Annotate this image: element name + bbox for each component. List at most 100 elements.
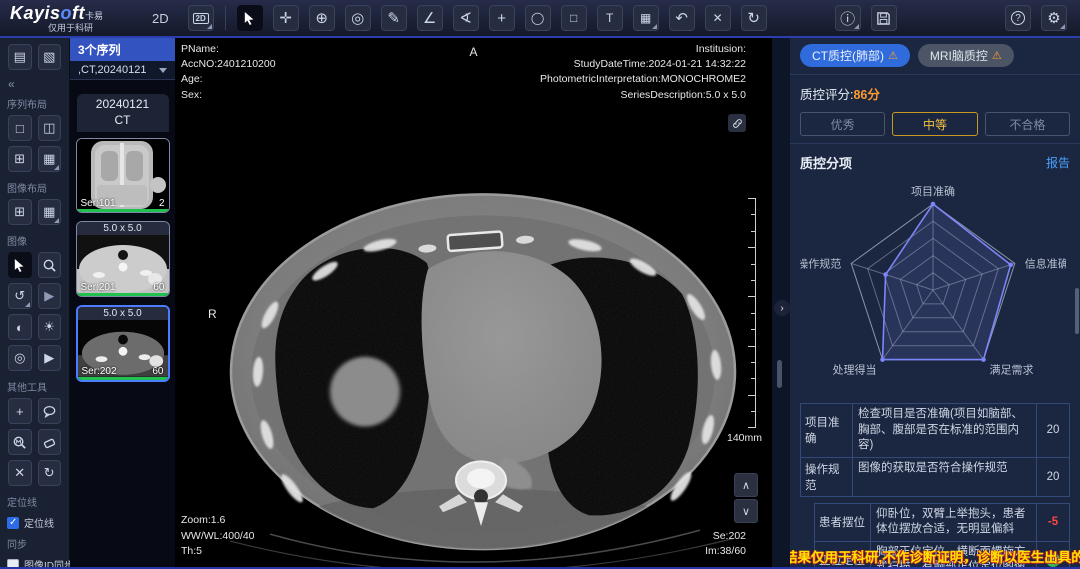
expand-panel-handle[interactable]: ›: [774, 300, 790, 316]
rotate-flip-button[interactable]: ↺: [8, 283, 32, 309]
probe-tool-button[interactable]: ◎: [345, 5, 371, 31]
qc-score-value: 86分: [853, 88, 879, 102]
section-locator: 定位线: [0, 491, 69, 513]
strip-scrollbar-thumb[interactable]: [777, 360, 782, 388]
rect-roi-button[interactable]: □: [561, 5, 587, 31]
main-image-viewport[interactable]: PName: AccNO:2401210200 Age: Sex: A R In…: [175, 38, 772, 567]
series-no-label: Se:202: [705, 529, 746, 544]
tab-ct-qc[interactable]: CT质控(肺部) ⚠: [800, 44, 910, 67]
window-preset-button[interactable]: ◎: [8, 345, 32, 371]
row-desc: 检查项目是否准确(项目如脑部、胸部、腹部是否在标准的范围内容): [853, 404, 1037, 457]
toolbar-separator: [225, 6, 226, 30]
sync-option-row[interactable]: 图像ID同步: [0, 555, 69, 569]
angle-measure-button[interactable]: ∠: [417, 5, 443, 31]
image-pointer-button[interactable]: [8, 252, 32, 278]
series-thumbnail-202-selected[interactable]: 5.0 x 5.0 Ser:20260: [76, 305, 170, 382]
svg-text:操作规范: 操作规范: [800, 256, 841, 270]
crosshair-tool-button[interactable]: +: [489, 5, 515, 31]
study-select[interactable]: ,CT,20240121: [70, 61, 175, 80]
info-button[interactable]: ⓘ: [835, 5, 861, 31]
grade-buttons: 优秀 中等 不合格: [800, 112, 1070, 136]
brightness-button[interactable]: ☀: [38, 314, 62, 340]
thumb-count: 60: [152, 366, 163, 377]
section-image: 图像: [0, 230, 69, 252]
grade-fail-button[interactable]: 不合格: [985, 112, 1070, 136]
pan-tool-button[interactable]: ✛: [273, 5, 299, 31]
orientation-marker-right: R: [208, 306, 217, 323]
series-description-label: SeriesDescription:5.0 x 5.0: [540, 88, 746, 103]
text-annotation-button[interactable]: T: [597, 5, 623, 31]
invert-button[interactable]: ◐: [8, 314, 32, 340]
add-marker-button[interactable]: +: [8, 398, 32, 424]
undo-button[interactable]: ↶: [669, 5, 695, 31]
study-date: 20240121: [77, 97, 169, 113]
row-score: 20: [1037, 404, 1069, 457]
delete-annotation-button[interactable]: ✕: [705, 5, 731, 31]
img-layout-3x3-button[interactable]: ▦: [38, 199, 62, 225]
tab-mri-qc[interactable]: MRI脑质控 ⚠: [918, 44, 1014, 67]
disclaimer-marquee: 结果仅用于科研,不作诊断证明，诊断以医生出具的诊断: [790, 546, 1080, 566]
grade-excellent-button[interactable]: 优秀: [800, 112, 885, 136]
grade-medium-button[interactable]: 中等: [892, 112, 977, 136]
locator-checkbox-label: 定位线: [24, 515, 54, 530]
study-select-value: ,CT,20240121: [78, 64, 147, 76]
image-id-sync-checkbox[interactable]: [7, 559, 19, 569]
layout-3x3-button[interactable]: ▦: [38, 146, 62, 172]
series-thumbnail-201[interactable]: 5.0 x 5.0 Ser:20160: [76, 221, 170, 297]
svg-text:满足需求: 满足需求: [990, 364, 1034, 377]
thumb-ser-label: Ser:201: [81, 282, 116, 293]
speech-bubble-icon: [42, 404, 57, 419]
layout-2d-button[interactable]: 2D: [188, 5, 214, 31]
table-row: 患者摆位 仰卧位，双臂上举抱头，患者体位摆放合适，无明显偏斜 -5: [815, 504, 1069, 542]
magnify-button[interactable]: [38, 252, 62, 278]
section-series-layout: 序列布局: [0, 93, 69, 115]
locator-checkbox[interactable]: [7, 517, 19, 529]
save-button[interactable]: [871, 5, 897, 31]
panel-divider-strip: ›: [772, 38, 790, 567]
img-layout-2x2-button[interactable]: ⊞: [8, 199, 32, 225]
zoom-in-icon: ⊕: [315, 9, 328, 27]
length-measure-button[interactable]: ✎: [381, 5, 407, 31]
thumb-series-desc: 5.0 x 5.0: [77, 222, 169, 235]
play-button[interactable]: ▶: [38, 345, 62, 371]
scale-ruler: [746, 198, 756, 428]
report-link[interactable]: 报告: [1046, 154, 1070, 171]
row-desc: 仰卧位，双臂上举抱头，患者体位摆放合适，无明显偏斜: [871, 504, 1037, 541]
image-no-label: Im:38/60: [705, 544, 746, 559]
layout-1x2-button[interactable]: ◫: [38, 115, 62, 141]
collapse-sidebar-button[interactable]: «: [0, 75, 69, 93]
refresh-button[interactable]: ↻: [38, 460, 62, 486]
logo-suffix: 卡易: [85, 11, 103, 21]
cine-play-button[interactable]: ▶: [38, 283, 62, 309]
cobb-angle-button[interactable]: ∢: [453, 5, 479, 31]
series-list-button[interactable]: ▤: [8, 44, 32, 70]
ct-axial-image: [175, 38, 772, 567]
layout-1x1-button[interactable]: □: [8, 115, 32, 141]
refresh-icon: ↻: [44, 465, 55, 481]
list-icon: ▤: [14, 49, 26, 65]
section-other-tools: 其他工具: [0, 376, 69, 398]
report-panel-button[interactable]: ▧: [38, 44, 62, 70]
qc-scrollbar-thumb[interactable]: [1075, 288, 1079, 334]
reset-button[interactable]: ↻: [741, 5, 767, 31]
magnifier-ai-button[interactable]: [8, 429, 32, 455]
sync-option-label: 图像ID同步: [24, 557, 74, 569]
play-flag-icon: ▶: [44, 288, 54, 304]
comment-button[interactable]: [38, 398, 62, 424]
locator-checkbox-row[interactable]: 定位线: [0, 513, 69, 533]
series-thumbnail-101[interactable]: Ser:1012: [76, 138, 170, 213]
clear-all-button[interactable]: ✕: [8, 460, 32, 486]
zoom-in-tool-button[interactable]: ⊕: [309, 5, 335, 31]
link-series-button[interactable]: [728, 114, 746, 132]
pointer-icon: [242, 11, 257, 26]
image-layout-button[interactable]: ▦: [633, 5, 659, 31]
settings-button[interactable]: ⚙: [1041, 5, 1067, 31]
pointer-tool-button[interactable]: [237, 5, 263, 31]
scroll-down-button[interactable]: ∨: [734, 499, 758, 523]
eraser-button[interactable]: [38, 429, 62, 455]
scroll-up-button[interactable]: ∧: [734, 473, 758, 497]
qc-section-title: 质控分项: [800, 153, 852, 172]
ellipse-roi-button[interactable]: ◯: [525, 5, 551, 31]
layout-2x2-button[interactable]: ⊞: [8, 146, 32, 172]
help-button[interactable]: ?: [1005, 5, 1031, 31]
